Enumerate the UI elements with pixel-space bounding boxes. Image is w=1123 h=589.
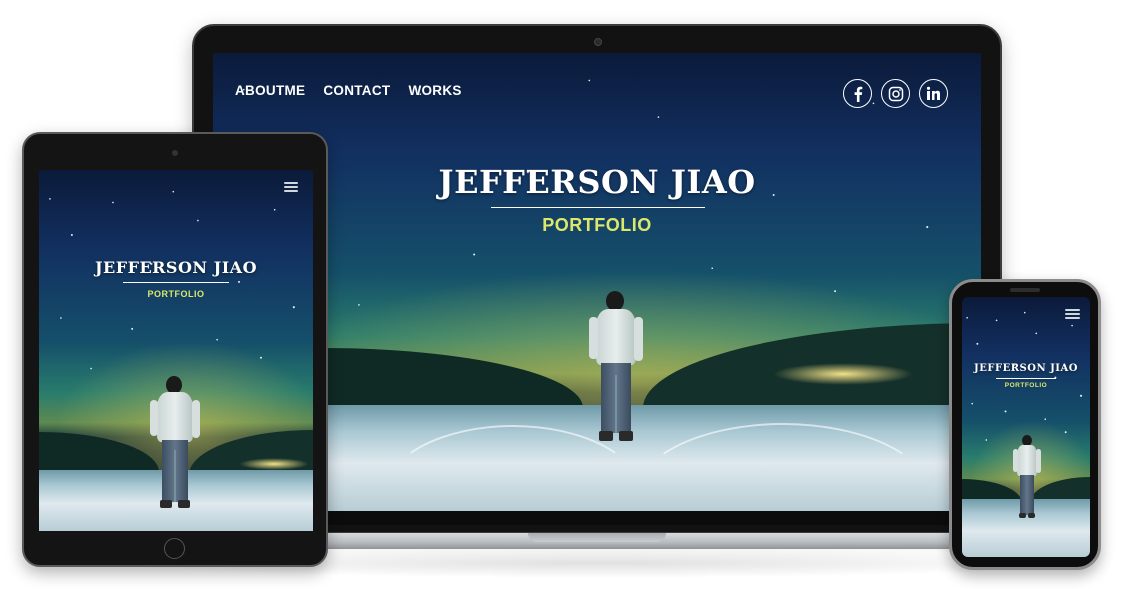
hamburger-menu-icon[interactable]	[1065, 309, 1080, 321]
main-nav: ABOUTME CONTACT WORKS	[235, 83, 462, 98]
instagram-icon[interactable]	[881, 79, 910, 108]
town-lights	[773, 363, 913, 385]
laptop-camera	[594, 38, 602, 46]
tablet-screen: JEFFERSON JIAO PORTFOLIO	[39, 170, 313, 531]
site-subtitle: PORTFOLIO	[1004, 382, 1048, 389]
nav-works[interactable]: WORKS	[408, 83, 461, 98]
nav-aboutme[interactable]: ABOUTME	[235, 83, 305, 98]
site-subtitle: PORTFOLIO	[147, 289, 205, 299]
person-silhouette	[150, 376, 200, 510]
person-silhouette	[589, 291, 643, 443]
town-lights	[239, 458, 309, 470]
phone-screen: JEFFERSON JIAO PORTFOLIO	[962, 297, 1090, 557]
tablet-camera	[172, 150, 178, 156]
tablet-home-button[interactable]	[164, 538, 185, 559]
title-divider	[996, 378, 1056, 379]
laptop-opening-notch	[528, 533, 666, 542]
nav-contact[interactable]: CONTACT	[323, 83, 390, 98]
laptop-bezel	[213, 511, 981, 525]
linkedin-icon[interactable]	[919, 79, 948, 108]
site-subtitle: PORTFOLIO	[542, 215, 652, 235]
laptop-screen: ABOUTME CONTACT WORKS JEFFERSON JIAO POR…	[213, 53, 981, 511]
title-divider	[123, 282, 229, 283]
social-links	[843, 79, 948, 108]
phone-speaker	[1010, 288, 1040, 292]
title-divider	[491, 207, 705, 208]
hamburger-menu-icon[interactable]	[284, 182, 298, 194]
site-title: JEFFERSON JIAO	[974, 363, 1078, 374]
person-silhouette	[1013, 435, 1041, 519]
site-title: JEFFERSON JIAO	[94, 258, 258, 277]
site-title: JEFFERSON JIAO	[438, 163, 756, 201]
facebook-icon[interactable]	[843, 79, 872, 108]
